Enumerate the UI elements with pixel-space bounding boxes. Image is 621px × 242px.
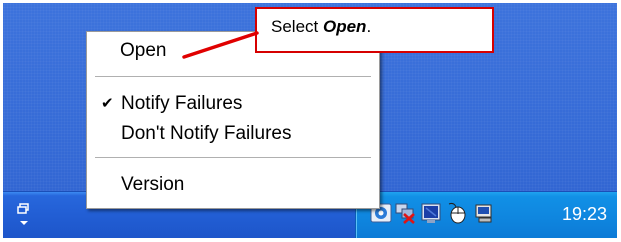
menu-item-label: Version bbox=[121, 174, 185, 195]
tray-context-menu: Open ✔ Notify Failures Don't Notify Fail… bbox=[86, 31, 380, 209]
checkmark-icon: ✔ bbox=[101, 95, 114, 112]
callout-text: Select Open. bbox=[271, 17, 371, 37]
menu-item-version[interactable]: Version bbox=[87, 171, 379, 199]
system-tray: 19:23 bbox=[355, 192, 617, 238]
menu-item-label: Notify Failures bbox=[121, 93, 243, 114]
menu-separator bbox=[95, 76, 371, 78]
callout-prefix: Select bbox=[271, 17, 323, 36]
instruction-callout: Select Open. bbox=[255, 7, 494, 53]
menu-separator bbox=[95, 157, 371, 159]
mouse-icon[interactable] bbox=[446, 202, 468, 224]
keyboard-icon[interactable] bbox=[473, 202, 495, 224]
clock[interactable]: 19:23 bbox=[562, 204, 607, 225]
network-disconnected-icon[interactable] bbox=[394, 202, 416, 224]
monitor-icon[interactable] bbox=[420, 202, 442, 224]
callout-emphasis: Open bbox=[322, 17, 367, 36]
menu-item-label: Don't Notify Failures bbox=[121, 123, 292, 144]
restore-window-icon[interactable] bbox=[17, 203, 31, 227]
menu-item-notify-failures[interactable]: ✔ Notify Failures bbox=[87, 90, 379, 118]
menu-item-dont-notify-failures[interactable]: Don't Notify Failures bbox=[87, 120, 379, 148]
menu-item-label: Open bbox=[120, 40, 167, 61]
callout-suffix: . bbox=[366, 17, 372, 36]
